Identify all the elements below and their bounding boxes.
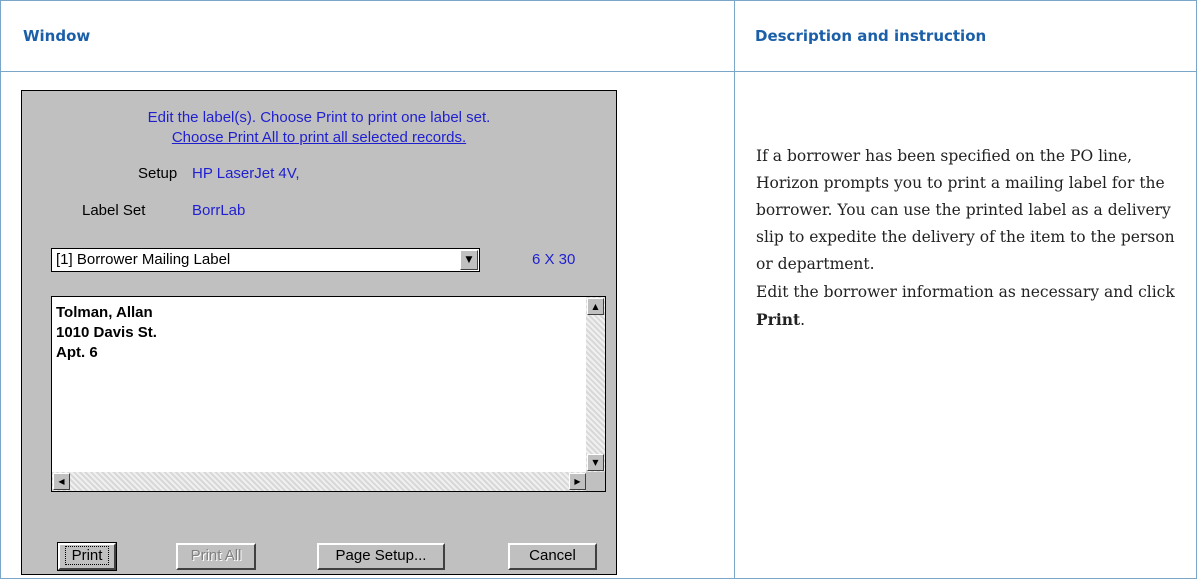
label-set-value: BorrLab: [192, 202, 246, 219]
instruction-link[interactable]: Choose Print All to print all selected r…: [22, 129, 616, 146]
label-type-select[interactable]: [1] Borrower Mailing Label ▼: [51, 248, 480, 272]
instruction-prefix: Edit the borrower information as necessa…: [756, 283, 1175, 301]
label-set-label: Label Set: [82, 202, 146, 219]
print-label-dialog: Edit the label(s). Choose Print to print…: [21, 90, 617, 575]
description-instruction: Edit the borrower information as necessa…: [756, 279, 1176, 334]
vertical-scrollbar[interactable]: ▲ ▼: [586, 297, 605, 472]
scroll-left-icon[interactable]: ◀: [53, 473, 70, 490]
label-size: 6 X 30: [532, 251, 576, 268]
label-line: Apt. 6: [56, 344, 98, 361]
instruction-suffix: .: [800, 311, 806, 329]
print-all-button[interactable]: Print All: [176, 543, 256, 570]
print-button[interactable]: Print: [57, 542, 117, 571]
print-button-label: Print: [64, 546, 110, 565]
chevron-down-icon[interactable]: ▼: [460, 250, 478, 270]
setup-value: HP LaserJet 4V,: [192, 165, 300, 182]
table-header-row: Window Description and instruction: [1, 1, 1196, 72]
scroll-up-icon[interactable]: ▲: [587, 298, 604, 315]
description-paragraph: If a borrower has been specified on the …: [756, 147, 1175, 273]
setup-label: Setup: [138, 165, 178, 182]
instruction-bold: Print: [756, 310, 801, 329]
label-type-value: [1] Borrower Mailing Label: [56, 251, 231, 268]
cancel-button[interactable]: Cancel: [508, 543, 597, 570]
header-description: Description and instruction: [755, 27, 987, 45]
page-setup-button[interactable]: Page Setup...: [317, 543, 445, 570]
column-divider: [734, 1, 735, 578]
instruction-text: Edit the label(s). Choose Print to print…: [147, 109, 491, 126]
scroll-down-icon[interactable]: ▼: [587, 454, 604, 471]
label-line: 1010 Davis St.: [56, 324, 157, 341]
horizontal-scrollbar[interactable]: ◀ ▶: [52, 472, 587, 491]
label-line: Tolman, Allan: [56, 304, 153, 321]
header-window: Window: [23, 27, 91, 45]
description-cell: If a borrower has been specified on the …: [756, 143, 1176, 335]
scroll-corner: [586, 472, 605, 491]
scroll-right-icon[interactable]: ▶: [569, 473, 586, 490]
label-edit-box[interactable]: Tolman, Allan 1010 Davis St. Apt. 6 ▲ ▼ …: [51, 296, 606, 492]
label-text[interactable]: Tolman, Allan 1010 Davis St. Apt. 6: [56, 303, 157, 363]
document-table: Window Description and instruction Edit …: [0, 0, 1197, 579]
